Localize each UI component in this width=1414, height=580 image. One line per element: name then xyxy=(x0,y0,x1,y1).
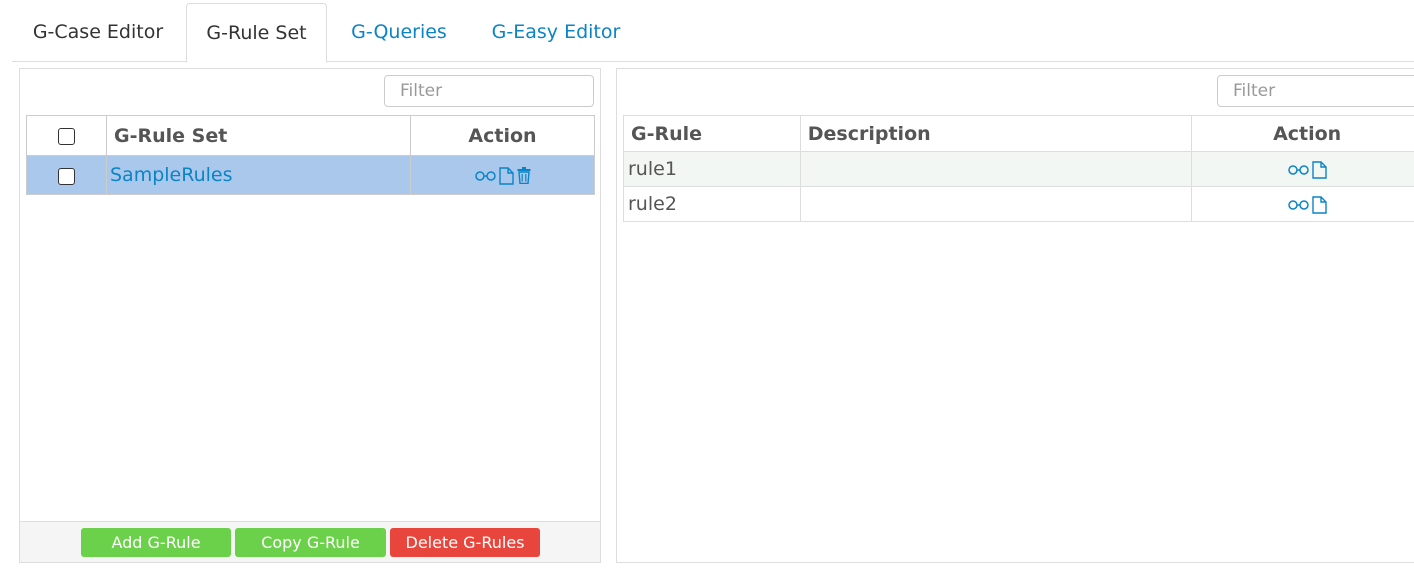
column-header-g-rule-set: G-Rule Set xyxy=(106,115,411,156)
row-actions xyxy=(1191,151,1414,187)
copy-g-rule-button[interactable]: Copy G-Rule xyxy=(235,528,386,557)
rules-panel: G-Rule Description Action rule1 rule2 xyxy=(616,68,1414,563)
add-g-rule-button[interactable]: Add G-Rule xyxy=(81,528,231,557)
table-row[interactable]: rule2 xyxy=(623,186,1414,222)
rule-name-cell: rule1 xyxy=(623,151,801,187)
rule-description-cell xyxy=(799,151,1193,187)
row-checkbox-cell xyxy=(26,155,107,195)
rule-name-cell: rule2 xyxy=(623,186,801,222)
view-icon[interactable] xyxy=(1287,164,1309,176)
document-icon[interactable] xyxy=(498,167,514,185)
row-actions xyxy=(410,155,595,195)
column-header-description: Description xyxy=(799,115,1193,152)
table-header-row: G-Rule Description Action xyxy=(623,115,1414,152)
rule-set-panel: G-Rule Set Action SampleRules xyxy=(19,68,601,563)
trash-icon[interactable] xyxy=(517,167,531,185)
delete-g-rules-button[interactable]: Delete G-Rules xyxy=(390,528,540,557)
tab-g-rule-set[interactable]: G-Rule Set xyxy=(186,3,327,63)
rule-set-name-link[interactable]: SampleRules xyxy=(106,155,411,195)
view-icon[interactable] xyxy=(474,170,496,182)
table-row[interactable]: rule1 xyxy=(623,151,1414,187)
rule-set-table: G-Rule Set Action SampleRules xyxy=(26,115,595,195)
rule-set-filter-input[interactable] xyxy=(384,75,594,107)
column-header-g-rule: G-Rule xyxy=(623,115,801,152)
document-icon[interactable] xyxy=(1311,195,1327,214)
select-all-checkbox[interactable] xyxy=(58,127,75,145)
table-row[interactable]: SampleRules xyxy=(26,155,595,195)
rule-description-cell xyxy=(799,186,1193,222)
table-header-row: G-Rule Set Action xyxy=(26,115,595,156)
rule-set-footer: Add G-Rule Copy G-Rule Delete G-Rules xyxy=(20,521,600,562)
tab-g-case-editor[interactable]: G-Case Editor xyxy=(12,3,184,62)
rules-filter-input[interactable] xyxy=(1217,75,1414,107)
row-actions xyxy=(1191,186,1414,222)
tab-g-queries[interactable]: G-Queries xyxy=(334,3,464,62)
select-all-cell xyxy=(26,115,107,156)
rules-table: G-Rule Description Action rule1 rule2 xyxy=(623,115,1414,222)
view-icon[interactable] xyxy=(1287,199,1309,211)
column-header-action: Action xyxy=(410,115,595,156)
tab-g-easy-editor[interactable]: G-Easy Editor xyxy=(476,3,636,62)
tab-bar: G-Case Editor G-Rule Set G-Queries G-Eas… xyxy=(12,0,1414,63)
document-icon[interactable] xyxy=(1311,160,1327,179)
column-header-action: Action xyxy=(1191,115,1414,152)
row-checkbox[interactable] xyxy=(58,167,75,185)
